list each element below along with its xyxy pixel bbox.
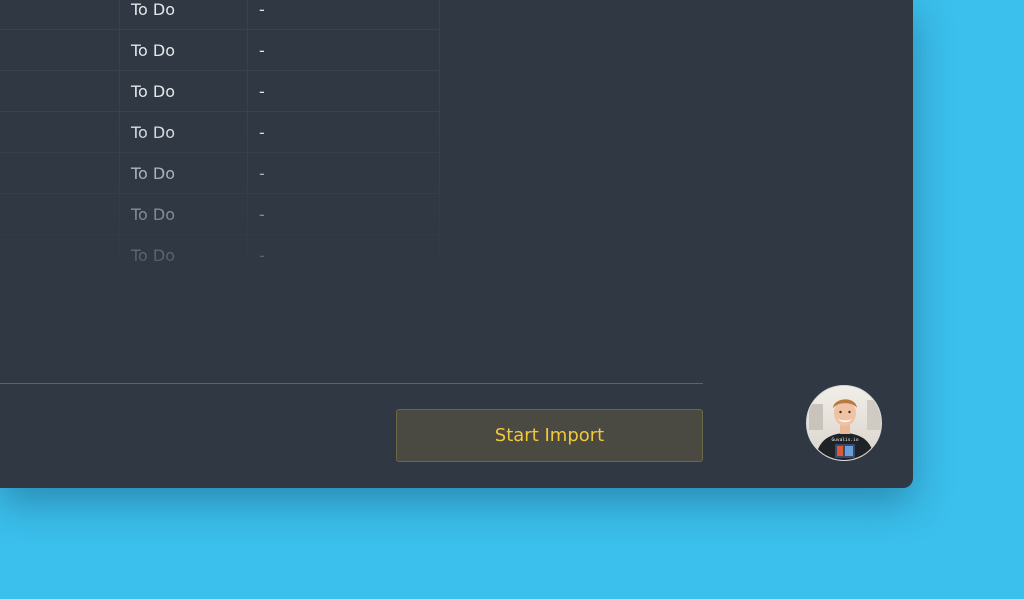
avatar-photo: Guvalis.io [807,386,881,460]
table-row: To Do - [0,71,440,112]
start-import-button[interactable]: Start Import [396,409,703,462]
table-cell-status: To Do [120,153,248,194]
avatar[interactable]: Guvalis.io [806,385,882,461]
table-cell-assignee: - [248,71,440,112]
table-cell-assignee: - [248,194,440,235]
table-row: To Do - [0,112,440,153]
table-cell-name [0,71,120,112]
table-cell-status: To Do [120,30,248,71]
table-cell-status: To Do [120,71,248,112]
import-dialog: To Do - To Do - To Do - To Do - To Do - … [0,0,913,488]
table-cell-name [0,30,120,71]
import-table: To Do - To Do - To Do - To Do - To Do - … [0,0,440,277]
table-cell-status: To Do [120,0,248,30]
table-row: To Do - [0,0,440,30]
table-cell-assignee: - [248,30,440,71]
table-row: To Do - [0,30,440,71]
table-cell-assignee: - [248,112,440,153]
table-cell-name [0,0,120,30]
table-cell-name [0,112,120,153]
table-cell-assignee: - [248,235,440,276]
svg-text:Guvalis.io: Guvalis.io [831,437,858,443]
table-cell-status: To Do [120,112,248,153]
table-cell-status: To Do [120,194,248,235]
table-cell-name [0,153,120,194]
table-cell-status: To Do [120,235,248,276]
table-row: To Do - [0,194,440,235]
table-cell-assignee: - [248,153,440,194]
footer-divider [0,383,703,384]
table-cell-name [0,235,120,276]
table-row: To Do - [0,153,440,194]
table-cell-name [0,194,120,235]
table-cell-assignee: - [248,0,440,30]
table-row: To Do - [0,235,440,276]
